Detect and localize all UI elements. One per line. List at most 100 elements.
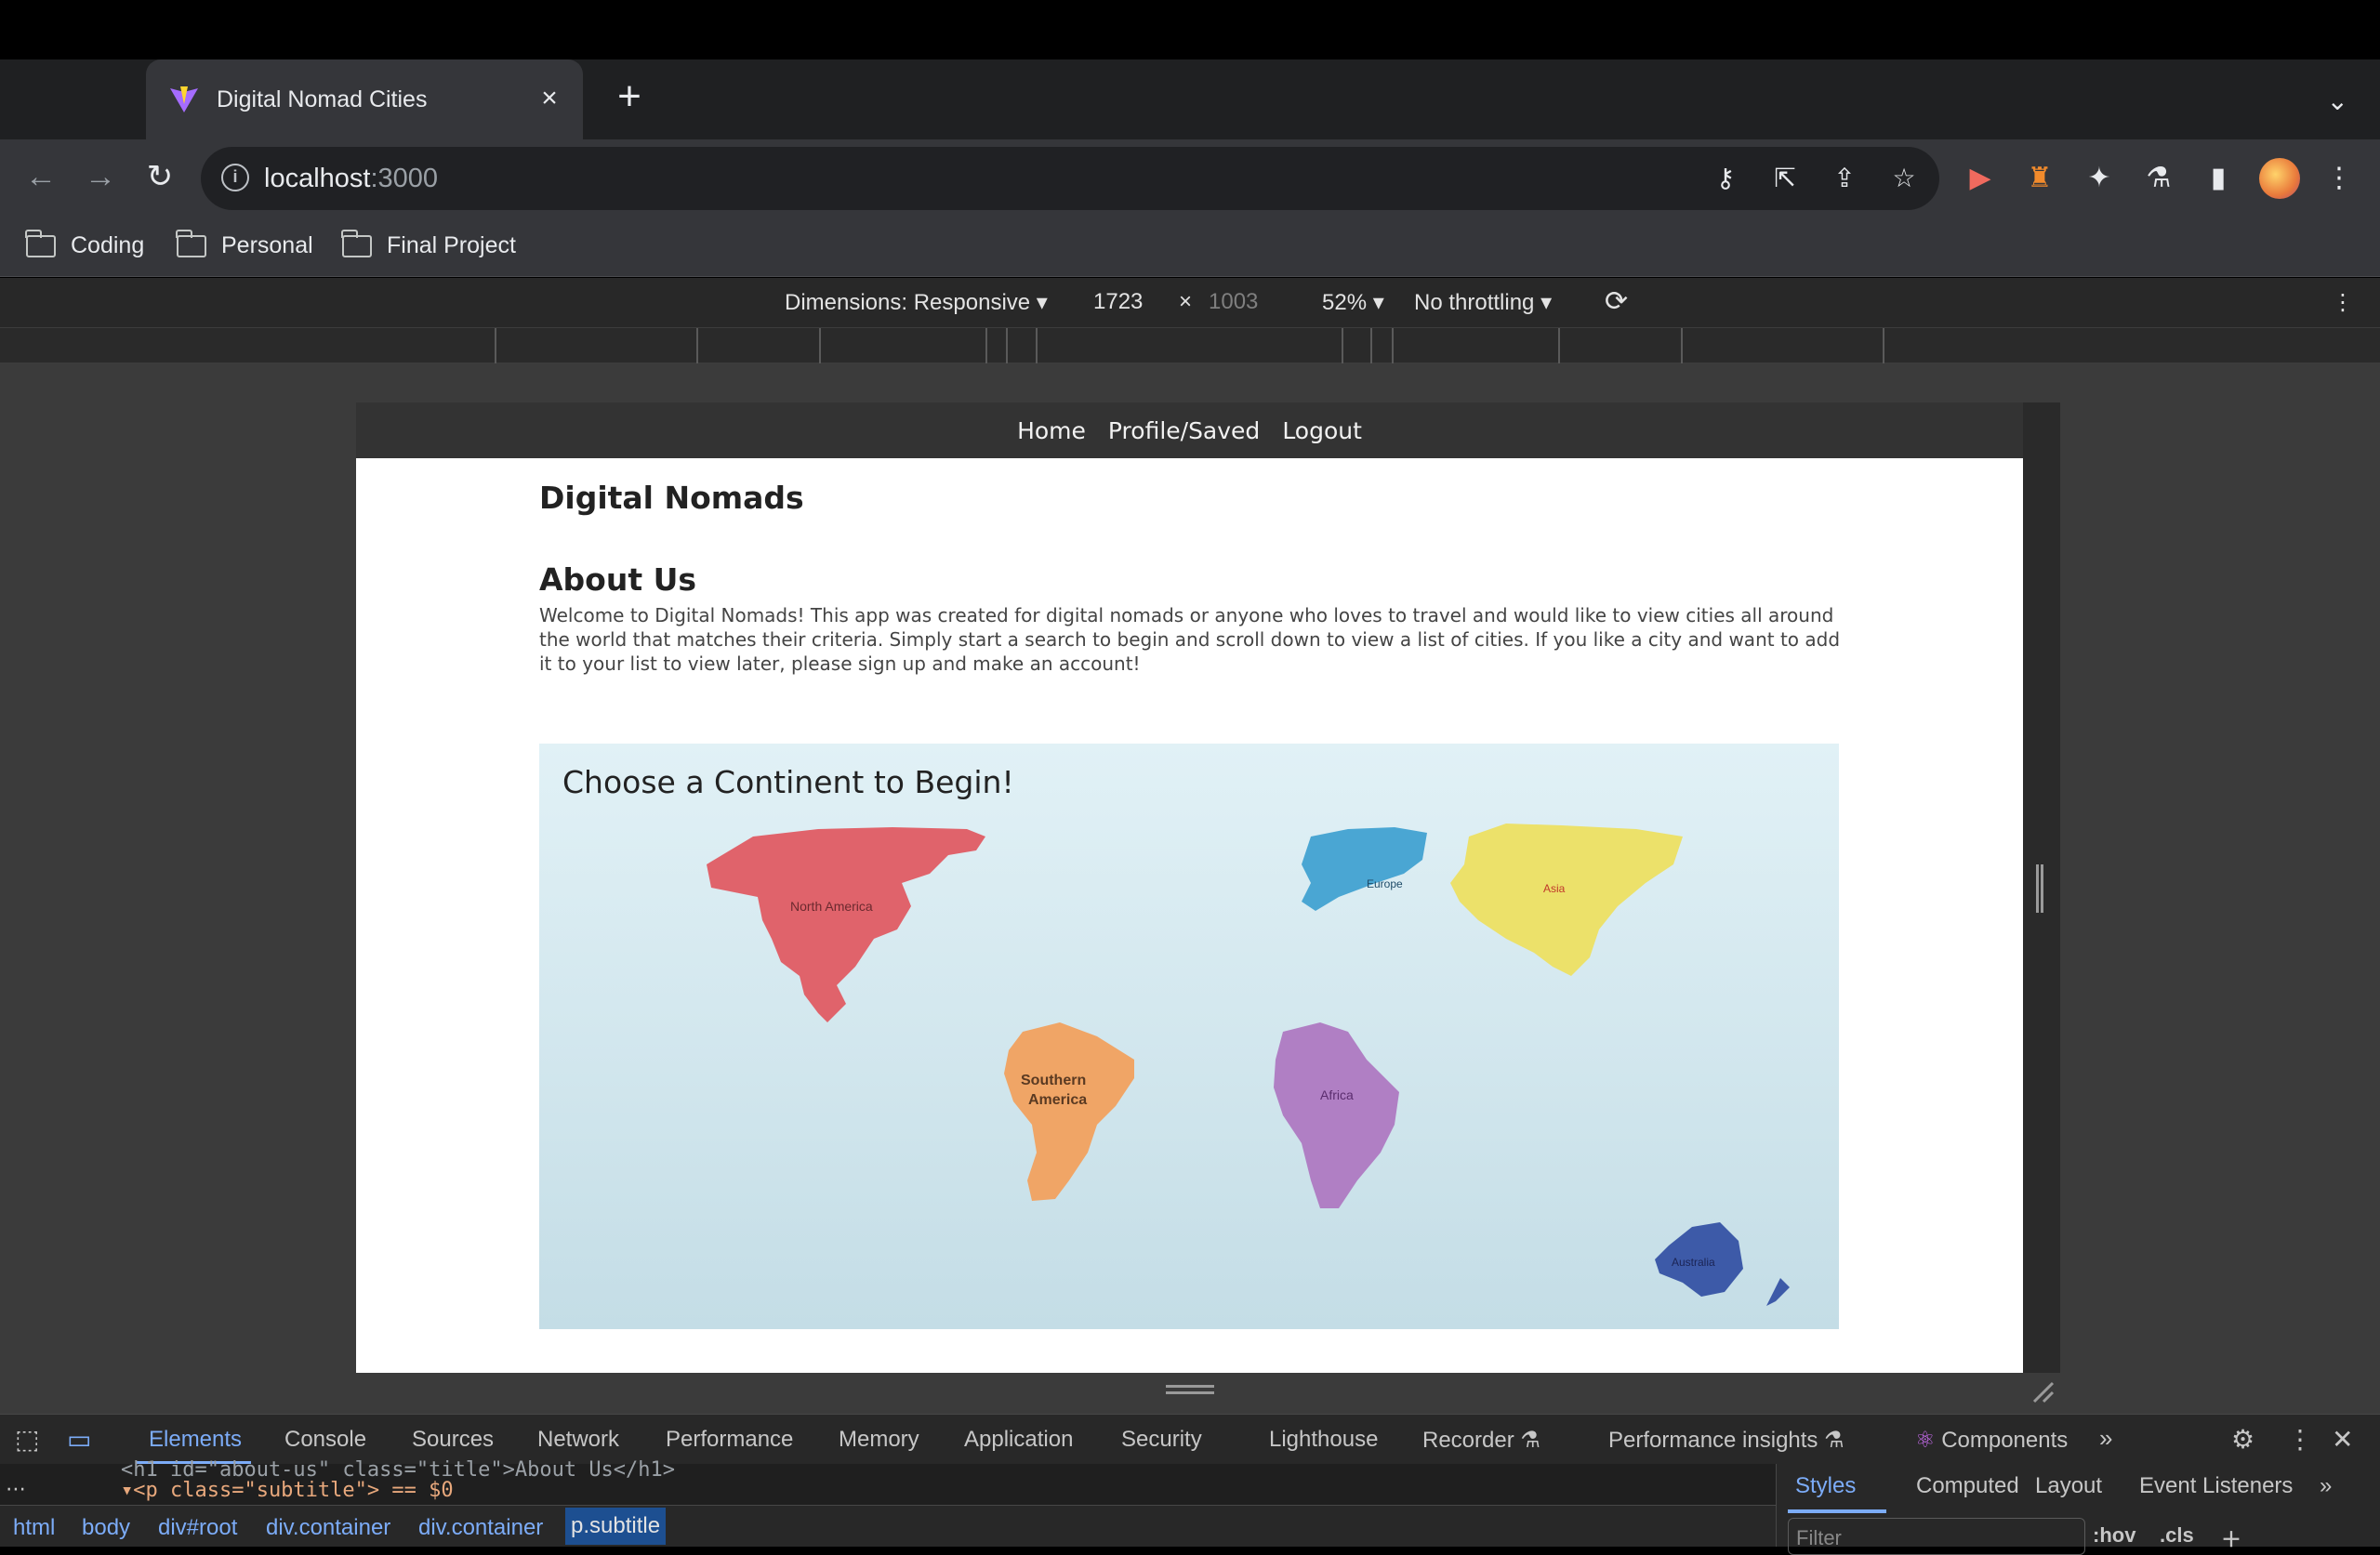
tab-event-listeners[interactable]: Event Listeners [2139,1473,2293,1499]
tab-performance-insights[interactable]: Performance insights ⚗ [1608,1427,1844,1454]
bookmark-folder-personal[interactable]: Personal [176,229,313,259]
code-line-p-subtitle[interactable]: ▾<p class="subtitle"> == $0 [121,1479,454,1502]
more-side-tabs-chevron-icon[interactable]: » [2320,1473,2332,1499]
continent-europe[interactable]: Europe [1302,827,1427,911]
new-tab-button[interactable]: + [609,76,650,119]
side-panel-icon[interactable]: ▮ [2200,160,2237,197]
tab-computed[interactable]: Computed [1916,1473,2019,1499]
media-query-ruler [0,328,2380,363]
tab-console[interactable]: Console [284,1427,366,1453]
reload-icon[interactable]: ↻ [138,154,182,199]
continent-label-australia: Australia [1672,1256,1715,1269]
extension-record-icon[interactable]: ▶ [1962,160,1999,197]
browser-tab[interactable]: Digital Nomad Cities × [146,59,583,139]
breadcrumb-p-subtitle[interactable]: p.subtitle [565,1508,667,1545]
devtools-menu-icon[interactable]: ⋮ [2287,1424,2313,1455]
dimension-times: × [1179,289,1193,314]
continent-label-north-america: North America [790,899,873,914]
tab-performance[interactable]: Performance [666,1427,793,1453]
dimensions-dropdown[interactable]: Dimensions: Responsive ▾ [785,289,1048,316]
breadcrumb-div-container-1[interactable]: div.container [266,1515,390,1541]
profile-avatar[interactable] [2259,158,2300,199]
tab-memory[interactable]: Memory [839,1427,919,1453]
tab-network[interactable]: Network [537,1427,619,1453]
close-devtools-icon[interactable]: ✕ [2332,1424,2353,1455]
tab-search-chevron-icon[interactable]: ⌄ [2327,86,2348,116]
inspect-element-icon[interactable]: ⬚ [15,1424,39,1455]
folder-icon [341,229,372,257]
bookmark-folder-final-project[interactable]: Final Project [341,229,516,259]
app-navbar: Home Profile/Saved Logout [356,402,2023,458]
nav-profile-saved-link[interactable]: Profile/Saved [1108,417,1260,444]
back-arrow-icon[interactable]: ← [19,154,63,199]
tab-layout[interactable]: Layout [2035,1473,2102,1499]
tab-components[interactable]: ⚛ Components [1915,1427,2068,1454]
continent-asia[interactable]: Asia [1450,824,1683,976]
breadcrumb-html[interactable]: html [13,1515,55,1541]
height-resize-handle[interactable] [1166,1385,1214,1394]
styles-filter-input[interactable]: Filter [1788,1518,2085,1555]
nav-logout-link[interactable]: Logout [1282,417,1362,444]
about-us-title: About Us [539,561,697,598]
rotate-icon[interactable]: ⟳ [1605,285,1628,318]
devtools-tab-bar: ⬚ ▭ Elements Console Sources Network Per… [0,1414,2380,1465]
ellipsis-icon[interactable]: ⋯ [6,1477,26,1501]
cls-toggle[interactable]: .cls [2160,1523,2194,1548]
extensions-puzzle-icon[interactable]: ✦ [2081,160,2118,197]
add-rule-icon[interactable]: ＋ [2221,1523,2241,1553]
breadcrumb-div-container-2[interactable]: div.container [418,1515,543,1541]
about-us-subtitle: Welcome to Digital Nomads! This app was … [539,604,1841,675]
continent-label-asia: Asia [1543,882,1566,895]
device-toolbar: Dimensions: Responsive ▾ 1723 × 1003 52%… [0,278,2380,328]
hov-toggle[interactable]: :hov [2093,1523,2135,1548]
breadcrumb-div-root[interactable]: div#root [158,1515,237,1541]
settings-gear-icon[interactable]: ⚙ [2231,1424,2254,1455]
more-tabs-chevron-icon[interactable]: » [2099,1424,2112,1453]
tab-lighthouse[interactable]: Lighthouse [1269,1427,1378,1453]
corner-resize-handle[interactable] [2030,1379,2055,1403]
tab-close-icon[interactable]: × [533,82,566,115]
map-title: Choose a Continent to Begin! [562,764,1014,800]
vite-favicon-icon [168,84,200,115]
address-bar[interactable]: i localhost:3000 ⚷ ⇱ ⇪ ☆ [201,147,1939,210]
height-input[interactable]: 1003 [1209,289,1258,315]
tab-sources[interactable]: Sources [412,1427,494,1453]
device-more-icon[interactable]: ⋮ [2332,289,2354,316]
bookmark-folder-coding[interactable]: Coding [25,229,144,259]
device-toggle-icon[interactable]: ▭ [67,1424,91,1455]
tab-styles[interactable]: Styles [1795,1473,1856,1499]
breadcrumb-body[interactable]: body [82,1515,130,1541]
share-icon[interactable]: ⇪ [1826,160,1863,197]
browser-toolbar: ← → ↻ i localhost:3000 ⚷ ⇱ ⇪ ☆ ▶ ♜ ✦ ⚗ ▮… [0,139,2380,217]
tab-recorder[interactable]: Recorder ⚗ [1422,1427,1540,1454]
nav-home-link[interactable]: Home [1017,417,1086,444]
folder-icon [176,229,206,257]
url-text: localhost:3000 [264,164,439,193]
window-top-bar [0,0,2380,59]
tab-title: Digital Nomad Cities [217,86,428,112]
open-in-new-icon[interactable]: ⇱ [1766,160,1804,197]
width-resize-handle[interactable] [2036,864,2043,913]
tab-elements[interactable]: Elements [149,1427,242,1453]
forward-arrow-icon[interactable]: → [78,154,123,199]
continent-label-south-america-2: America [1028,1092,1087,1108]
continent-label-europe: Europe [1367,877,1403,890]
tab-application[interactable]: Application [964,1427,1073,1453]
extension-lighthouse-icon[interactable]: ♜ [2021,160,2058,197]
throttling-dropdown[interactable]: No throttling ▾ [1414,289,1552,316]
continent-south-america[interactable]: Southern America [1004,1022,1134,1201]
dom-breadcrumbs: html body div#root div.container div.con… [0,1505,1776,1547]
continent-africa[interactable]: Africa [1274,1022,1399,1208]
key-icon[interactable]: ⚷ [1707,160,1744,197]
continent-north-america[interactable]: North America [707,827,985,1022]
width-input[interactable]: 1723 [1093,289,1143,315]
styles-pane: Styles Computed Layout Event Listeners »… [1776,1464,2380,1555]
tab-security[interactable]: Security [1121,1427,1202,1453]
continent-label-africa: Africa [1320,1087,1354,1102]
continent-australia[interactable]: Australia [1655,1222,1790,1306]
zoom-dropdown[interactable]: 52% ▾ [1322,289,1384,316]
site-info-icon[interactable]: i [221,164,249,191]
bookmark-star-icon[interactable]: ☆ [1885,160,1923,197]
labs-flask-icon[interactable]: ⚗ [2140,160,2177,197]
browser-menu-icon[interactable]: ⋮ [2320,160,2358,197]
